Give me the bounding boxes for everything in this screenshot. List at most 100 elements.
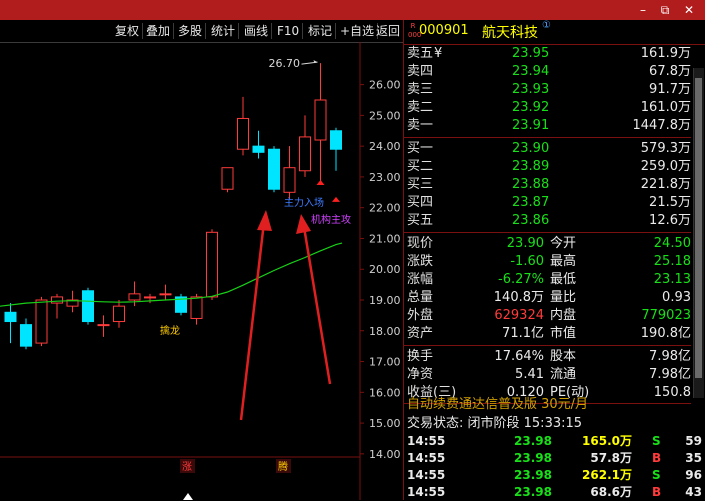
candle-body (159, 293, 172, 296)
f10-button[interactable]: F10 (274, 23, 304, 39)
tick-count: 35 (685, 451, 702, 465)
sell-level-suffix: ¥ (434, 46, 443, 61)
quote-label: 市值 (550, 326, 577, 341)
quote-label: 最低 (550, 272, 577, 287)
quote-label: 涨跌 (407, 254, 434, 269)
market-badge: R 000 (408, 22, 422, 39)
annotation-zhang: 涨 (182, 461, 192, 473)
buy-level-row: 买一 23.90 579.3万 (404, 140, 691, 158)
candle-body (237, 117, 249, 150)
annotation-teng: 腾 (278, 460, 288, 473)
fundamental-row: 换手 17.64% 股本 7.98亿 (404, 348, 691, 366)
tick-side: S (652, 434, 661, 448)
buy-level-label: 买四 (407, 195, 434, 210)
buy-level-volume: 259.0万 (640, 159, 691, 174)
restore-icon[interactable]: ⧉ (655, 1, 675, 19)
candle-body (268, 148, 280, 190)
sell-level-volume: 161.0万 (640, 100, 691, 115)
sell-level-label: 卖三 (407, 82, 434, 97)
tick-count: 96 (685, 468, 702, 482)
tick-time: 14:55 (407, 434, 446, 448)
candle-body (299, 136, 311, 172)
buy-level-label: 买三 (407, 177, 434, 192)
overlay-button[interactable]: 叠加 (143, 23, 175, 39)
sell-level-row: 卖五 ¥23.95 161.9万 (404, 45, 691, 63)
subscription-ad[interactable]: 自动续费通达信普及版 30元/月 (407, 393, 588, 412)
statistics-button[interactable]: 统计 (208, 23, 240, 39)
fuquan-button[interactable]: 复权 (112, 23, 144, 39)
add-watchlist-button[interactable]: +自选 (337, 23, 379, 39)
quote-value: 23.90 (506, 236, 544, 251)
multi-stock-button[interactable]: 多股 (175, 23, 207, 39)
buy-level-price: 23.89 (512, 159, 550, 174)
quote-label: 内盘 (550, 308, 577, 323)
tick-volume: 165.0万 (582, 434, 632, 448)
sell-level-row: 卖二 23.92 161.0万 (404, 99, 691, 117)
quote-label: 现价 (407, 236, 434, 251)
quote-row: 外盘 629324 内盘 779023 (404, 307, 691, 325)
quote-row: 涨跌 -1.60 最高 25.18 (404, 253, 691, 271)
buy-level-volume: 21.5万 (649, 195, 691, 210)
quote-row: 总量 140.8万 量比 0.93 (404, 289, 691, 307)
close-icon[interactable]: ✕ (679, 1, 699, 19)
quote-label: 外盘 (407, 308, 434, 323)
candle-body (314, 99, 327, 141)
sell-level-volume: 161.9万 (640, 46, 691, 61)
scrollbar-thumb[interactable] (695, 78, 702, 378)
max-price-label: 26.70 (269, 57, 301, 70)
quote-value: 24.50 (653, 236, 691, 251)
tick-time: 14:55 (407, 485, 446, 499)
y-axis-label: 21.00 (369, 232, 401, 245)
quote-row: 资产 71.1亿 市值 190.8亿 (404, 325, 691, 343)
y-axis-label: 14.00 (369, 448, 401, 461)
fundamental-value: 7.98亿 (649, 349, 691, 364)
y-axis-label: 16.00 (369, 386, 401, 399)
sell-level-row: 卖一 23.91 1447.8万 (404, 117, 691, 135)
buy-level-price: 23.86 (512, 213, 550, 228)
buy-level-volume: 579.3万 (640, 141, 691, 156)
tick-count: 43 (685, 485, 702, 499)
sell-level-price: 23.95 (512, 46, 550, 61)
tick-side: B (652, 451, 662, 465)
annotation-jigou: 机构主攻 (311, 213, 351, 226)
quote-value: -6.27% (498, 272, 544, 287)
quote-value: 25.18 (653, 254, 691, 269)
buy-level-label: 买二 (407, 159, 434, 174)
buy-level-price: 23.90 (512, 141, 550, 156)
panel-scrollbar[interactable] (693, 68, 704, 398)
draw-line-button[interactable]: 画线 (241, 23, 273, 39)
fundamental-label: 股本 (550, 349, 577, 364)
buy-level-volume: 12.6万 (649, 213, 691, 228)
up-arrow-marker (332, 196, 340, 202)
quote-label: 资产 (407, 326, 434, 341)
mark-button[interactable]: 标记 (305, 23, 337, 39)
tick-count: 59 (685, 434, 702, 448)
tick-price: 23.98 (514, 434, 552, 448)
annotation-arrow-1 (239, 221, 266, 421)
fundamental-value: 7.98亿 (649, 367, 691, 382)
tick-time: 14:55 (407, 468, 446, 482)
sell-level-label: 卖四 (407, 64, 434, 79)
quote-value: 0.93 (662, 290, 691, 305)
tick-volume: 68.6万 (590, 485, 632, 499)
y-axis-label: 26.00 (369, 79, 401, 92)
quote-label: 量比 (550, 290, 577, 305)
y-axis-label: 15.00 (369, 417, 401, 430)
info-icon[interactable]: ① (542, 20, 551, 31)
tick-time: 14:55 (407, 451, 446, 465)
tick-volume: 262.1万 (582, 468, 632, 482)
quote-value: -1.60 (510, 254, 544, 269)
sell-level-price: 23.93 (512, 82, 550, 97)
panel-divider (404, 345, 691, 346)
back-button[interactable]: 返回 (373, 23, 403, 39)
sell-level-price: 23.94 (512, 64, 550, 79)
candle-body (128, 293, 141, 301)
candle-body (51, 296, 63, 304)
panel-divider (404, 232, 691, 233)
sell-level-row: 卖四 23.94 67.8万 (404, 63, 691, 81)
buy-level-price: 23.88 (512, 177, 550, 192)
sell-level-label: 卖二 (407, 100, 434, 115)
quote-value: 629324 (494, 308, 544, 323)
minimize-icon[interactable]: – (633, 1, 653, 19)
kline-chart[interactable]: 26.00 25.00 24.00 23.00 22.00 21.00 20.00 19.00… (0, 42, 403, 500)
